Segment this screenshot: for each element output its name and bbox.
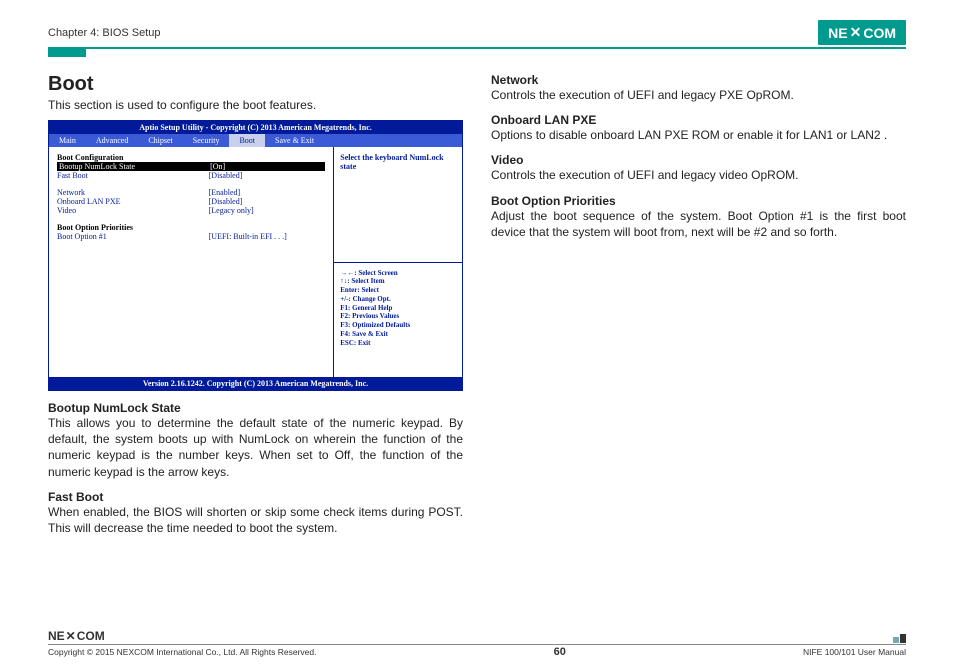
bios-lanpxe-label[interactable]: Onboard LAN PXE [57,197,209,206]
bios-option1-value[interactable]: [UEFI: Built-in EFI . . .] [209,232,326,241]
page-number: 60 [554,646,566,658]
logo-text-post: COM [77,629,105,643]
chapter-title: Chapter 4: BIOS Setup [48,27,161,39]
network-heading: Network [491,73,906,87]
bios-option1-label[interactable]: Boot Option #1 [57,232,209,241]
keyhint: F1: General Help [340,304,456,313]
keyhint: Enter: Select [340,286,456,295]
keyhint: F4: Save & Exit [340,330,456,339]
bios-numlock-label[interactable]: Bootup NumLock State [57,162,208,171]
bios-video-value[interactable]: [Legacy only] [209,206,326,215]
copyright-text: Copyright © 2015 NEXCOM International Co… [48,647,316,657]
keyhint: +/-: Change Opt. [340,295,456,304]
page-heading: Boot [48,73,463,96]
tab-boot[interactable]: Boot [229,134,265,147]
tab-security[interactable]: Security [183,134,230,147]
intro-text: This section is used to configure the bo… [48,98,463,112]
bios-numlock-value[interactable]: [On] [208,162,325,171]
accent-bar [48,49,86,57]
bios-key-hints: →←: Select Screen ↑↓: Select Item Enter:… [334,263,462,378]
logo-text-post: COM [863,25,896,41]
bios-lanpxe-value[interactable]: [Disabled] [209,197,326,206]
bios-fastboot-value[interactable]: [Disabled] [209,171,326,180]
priorities-heading: Boot Option Priorities [491,194,906,208]
logo-x-icon: ✕ [66,629,76,643]
video-heading: Video [491,153,906,167]
logo-text-pre: NE [48,629,65,643]
bios-left-pane: Boot Configuration Bootup NumLock State[… [49,147,334,377]
keyhint: F2: Previous Values [340,312,456,321]
brand-logo: NE ✕ COM [818,20,906,45]
lanpxe-heading: Onboard LAN PXE [491,113,906,127]
bios-screenshot: Aptio Setup Utility - Copyright (C) 2013… [48,120,463,391]
network-body: Controls the execution of UEFI and legac… [491,87,906,103]
tab-chipset[interactable]: Chipset [138,134,182,147]
tab-save[interactable]: Save & Exit [265,134,324,147]
priorities-body: Adjust the boot sequence of the system. … [491,208,906,240]
keyhint: ESC: Exit [340,339,456,348]
numlock-body: This allows you to determine the default… [48,415,463,480]
bios-title-bar: Aptio Setup Utility - Copyright (C) 2013… [49,121,462,134]
fastboot-heading: Fast Boot [48,490,463,504]
keyhint: ↑↓: Select Item [340,277,456,286]
bios-priorities-header: Boot Option Priorities [57,223,325,232]
logo-x-icon: ✕ [850,24,862,41]
lanpxe-body: Options to disable onboard LAN PXE ROM o… [491,127,906,143]
footer-logo: NE✕COM [48,629,105,643]
tab-advanced[interactable]: Advanced [86,134,138,147]
logo-text-pre: NE [828,25,847,41]
bios-fastboot-label[interactable]: Fast Boot [57,171,209,180]
bios-video-label[interactable]: Video [57,206,209,215]
keyhint: F3: Optimized Defaults [340,321,456,330]
bios-tab-row: Main Advanced Chipset Security Boot Save… [49,134,462,147]
fastboot-body: When enabled, the BIOS will shorten or s… [48,504,463,536]
bios-cfg-header: Boot Configuration [57,153,325,162]
bios-network-label[interactable]: Network [57,188,209,197]
numlock-heading: Bootup NumLock State [48,401,463,415]
bios-network-value[interactable]: [Enabled] [209,188,326,197]
manual-name: NIFE 100/101 User Manual [803,647,906,657]
video-body: Controls the execution of UEFI and legac… [491,167,906,183]
bios-help-text: Select the keyboard NumLock state [334,147,462,263]
tab-main[interactable]: Main [49,134,86,147]
bios-version-bar: Version 2.16.1242. Copyright (C) 2013 Am… [49,377,462,390]
footer-decoration-icon [893,634,906,643]
keyhint: →←: Select Screen [340,269,456,278]
